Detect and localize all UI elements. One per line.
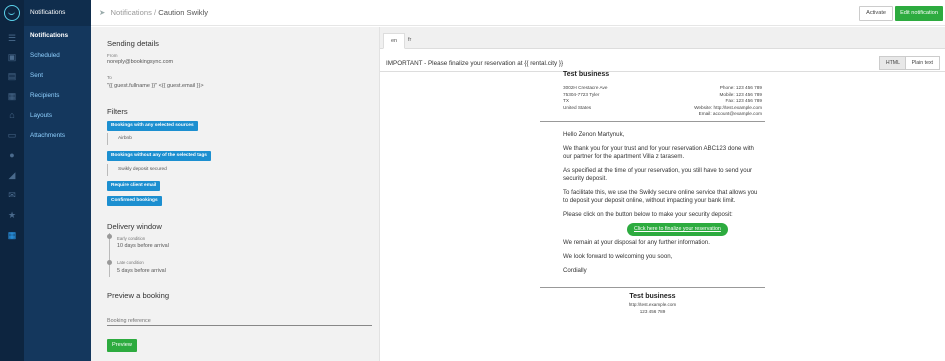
filter-sub-airbnb: Airbnb [107,133,197,145]
details-panel: Sending details From noreply@bookingsync… [91,27,379,361]
email-paragraph: To facilitate this, we use the Swikly se… [563,189,758,205]
email-preview-panel: en fr IMPORTANT - Please finalize your r… [379,27,945,361]
sidebar-nav: Notifications Notifications Scheduled Se… [24,0,91,361]
late-condition-value: 5 days before arrival [117,268,166,274]
address-line: United States [563,104,592,110]
menu-icon[interactable]: ☰ [0,29,24,47]
delivery-window-title: Delivery window [107,222,162,231]
email-footer-rule [540,287,765,288]
footer-business-name: Test business [629,293,676,300]
email-paragraph: We thank you for your trust and for your… [563,145,754,161]
list-icon[interactable]: ▤ [0,67,24,85]
edit-notification-button[interactable]: Edit notification [895,6,943,21]
envelope-icon[interactable]: ✉ [0,186,24,204]
inbox-icon[interactable]: ▣ [0,48,24,66]
top-bar: ➤ Notifications / Caution Swikly Activat… [91,0,945,26]
email-paragraph: Please click on the button below to make… [563,211,733,218]
address-line: 75304-7723 Tyler [563,91,600,97]
paper-plane-icon: ➤ [99,8,106,17]
users-icon[interactable]: ● [0,146,24,164]
timeline-dot-early [107,234,112,239]
contact-line: Website: http://test.example.com [694,104,762,110]
email-subject: IMPORTANT - Please finalize your reserva… [386,60,564,67]
footer-website: http://test.example.com [628,302,677,307]
preview-booking-title: Preview a booking [107,291,170,300]
email-paragraph: We remain at your disposal for any furth… [563,239,710,246]
home-icon[interactable]: ⌂ [0,106,24,124]
breadcrumb: ➤ Notifications / Caution Swikly [99,8,208,17]
to-value: "{{ guest.fullname }}" <{{ guest.email }… [107,83,204,89]
contact-line: Mobile: 123 456 789 [719,91,762,97]
calendar-icon[interactable]: ▦ [0,87,24,105]
breadcrumb-separator: / [154,8,157,17]
grid-icon[interactable]: ▦ [0,226,24,244]
finalize-reservation-link[interactable]: Click here to finalize your reservation [627,223,728,236]
early-condition-value: 10 days before arrival [117,243,169,249]
filters-title: Filters [107,107,128,116]
tab-fr[interactable]: fr [401,33,418,49]
address-line: 3002H Crestacre Ave [563,85,608,90]
to-label: To [107,75,112,80]
email-body: Test business 3002H Crestacre Ave 75304-… [540,71,765,361]
breadcrumb-current: Caution Swikly [158,8,209,17]
sidebar-item-layouts[interactable]: Layouts [24,106,91,126]
email-paragraph: We look forward to welcoming you soon, [563,253,673,260]
filter-chip-tags: Bookings without any of the selected tag… [107,151,211,161]
sidebar-item-recipients[interactable]: Recipients [24,86,91,106]
activate-button[interactable]: Activate [859,6,893,21]
icon-rail: ☰ ▣ ▤ ▦ ⌂ ▭ ● ◢ ✉ ★ ▦ [0,0,24,361]
email-greeting: Hello Zenon Martynuk, [563,131,625,138]
booking-reference-input[interactable] [107,316,372,326]
timeline-line [109,233,110,277]
email-contact-block: Phone: 123 456 789 Mobile: 123 456 789 F… [694,85,762,118]
star-icon[interactable]: ★ [0,206,24,224]
sending-details-title: Sending details [107,39,159,48]
late-condition-label: Late condition [117,260,144,265]
from-value: noreply@bookingsync.com [107,59,174,65]
sidebar-item-scheduled[interactable]: Scheduled [24,46,91,66]
html-view-button[interactable]: HTML [878,56,907,70]
email-paragraph: As specified at the time of your reserva… [563,167,753,183]
email-address-block: 3002H Crestacre Ave 75304-7723 Tyler TX … [563,85,607,111]
from-label: From [107,53,118,58]
contact-line: Email: account@example.com [698,111,762,117]
preview-button[interactable]: Preview [107,339,137,352]
timeline-dot-late [107,260,112,265]
card-icon[interactable]: ▭ [0,126,24,144]
nav-header: Notifications [24,0,91,26]
email-business-name: Test business [563,71,610,78]
contact-line: Fax: 123 456 789 [725,98,763,104]
contact-line: Phone: 123 456 789 [719,85,762,90]
sidebar-item-attachments[interactable]: Attachments [24,126,91,146]
breadcrumb-notifications-link[interactable]: Notifications [111,8,152,17]
early-condition-label: Early condition [117,236,146,241]
app-logo-icon[interactable] [4,5,20,21]
footer-phone: 123 456 789 [639,309,666,314]
filter-sub-swikly: Swikly deposit secured [107,164,197,176]
address-line: TX [563,98,569,104]
filter-chip-confirmed: Confirmed bookings [107,196,162,206]
language-tabs: en fr [380,27,945,49]
filter-chip-client-email: Require client email [107,181,161,191]
plain-text-view-button[interactable]: Plain text [904,56,940,70]
email-header-rule [540,121,765,122]
sidebar-item-sent[interactable]: Sent [24,66,91,86]
filter-chip-sources: Bookings with any selected sources [107,121,198,131]
sidebar-item-notifications[interactable]: Notifications [24,26,91,46]
email-signoff: Cordially [563,267,587,274]
tag-icon[interactable]: ◢ [0,166,24,184]
